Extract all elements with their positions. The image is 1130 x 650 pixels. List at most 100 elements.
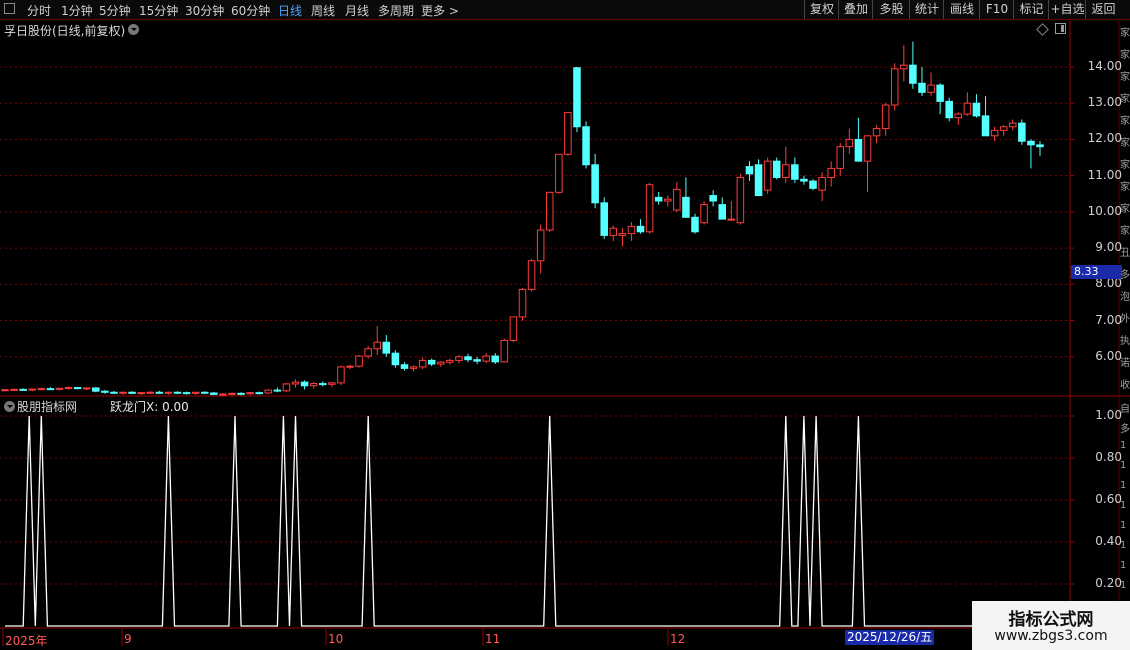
candle[interactable] — [37, 387, 46, 391]
candle[interactable] — [609, 225, 618, 241]
candle[interactable] — [555, 153, 563, 194]
candle[interactable] — [999, 124, 1008, 136]
candle[interactable] — [827, 161, 835, 187]
candle[interactable] — [673, 182, 681, 212]
candle[interactable] — [636, 219, 645, 234]
candle[interactable] — [328, 382, 336, 388]
candle[interactable] — [527, 258, 536, 292]
candle[interactable] — [945, 97, 953, 122]
candle[interactable] — [818, 172, 826, 202]
candle[interactable] — [582, 121, 590, 169]
candle[interactable] — [627, 222, 636, 241]
candle[interactable] — [173, 391, 182, 395]
candle[interactable] — [736, 173, 745, 225]
indicator-dropdown-icon[interactable] — [4, 401, 15, 412]
candle[interactable] — [536, 224, 545, 274]
candle[interactable] — [545, 191, 554, 232]
candle[interactable] — [46, 387, 55, 391]
candle[interactable] — [282, 382, 291, 393]
candle[interactable] — [464, 353, 472, 363]
candle[interactable] — [1036, 141, 1044, 156]
candle[interactable] — [700, 201, 708, 225]
candle[interactable] — [264, 389, 273, 395]
candle[interactable] — [500, 338, 509, 363]
candle[interactable] — [300, 380, 309, 390]
candle[interactable] — [691, 213, 699, 234]
candle[interactable] — [210, 391, 218, 396]
candle[interactable] — [663, 195, 672, 207]
candle[interactable] — [509, 316, 518, 343]
candle[interactable] — [645, 182, 654, 234]
candle[interactable] — [391, 350, 400, 368]
candle[interactable] — [473, 356, 481, 365]
candle[interactable] — [418, 357, 427, 370]
candle[interactable] — [219, 393, 227, 396]
candle[interactable] — [654, 191, 663, 205]
candle[interactable] — [255, 391, 263, 395]
candle[interactable] — [872, 124, 881, 144]
candle[interactable] — [318, 381, 327, 387]
candle[interactable] — [64, 386, 73, 390]
candle[interactable] — [682, 177, 690, 218]
candle[interactable] — [101, 390, 109, 394]
candle[interactable] — [228, 392, 236, 396]
candle[interactable] — [718, 197, 727, 220]
candle[interactable] — [455, 354, 463, 364]
candle[interactable] — [763, 157, 772, 194]
candle[interactable] — [382, 335, 391, 357]
candle[interactable] — [954, 112, 963, 125]
candle[interactable] — [482, 353, 490, 364]
candle[interactable] — [1027, 139, 1035, 169]
candle[interactable] — [137, 391, 145, 395]
candle[interactable] — [182, 391, 191, 395]
candle[interactable] — [337, 365, 345, 386]
candle[interactable] — [28, 388, 37, 392]
candle[interactable] — [237, 392, 245, 396]
candle[interactable] — [309, 382, 318, 389]
candle[interactable] — [927, 72, 935, 96]
candle[interactable] — [709, 190, 717, 207]
candle[interactable] — [273, 387, 282, 393]
candle[interactable] — [191, 391, 200, 395]
candle[interactable] — [128, 391, 136, 395]
candle[interactable] — [10, 388, 18, 391]
candle[interactable] — [55, 387, 64, 391]
candle[interactable] — [246, 391, 254, 396]
candle[interactable] — [900, 45, 908, 82]
candle[interactable] — [800, 175, 808, 185]
candle[interactable] — [854, 117, 863, 162]
candle[interactable] — [518, 287, 527, 321]
candle[interactable] — [863, 135, 872, 192]
candle[interactable] — [745, 161, 754, 182]
candle[interactable] — [845, 128, 854, 154]
candle[interactable] — [19, 388, 27, 391]
candle[interactable] — [754, 159, 763, 197]
candle[interactable] — [373, 325, 382, 355]
candle[interactable] — [564, 112, 572, 156]
candle[interactable] — [809, 179, 817, 191]
candle[interactable] — [119, 391, 127, 395]
candle[interactable] — [73, 386, 82, 390]
candle[interactable] — [164, 391, 173, 395]
candle[interactable] — [963, 92, 972, 116]
candle[interactable] — [355, 354, 363, 368]
candle[interactable] — [400, 362, 409, 371]
candle[interactable] — [600, 197, 608, 240]
candle[interactable] — [409, 365, 418, 372]
candle[interactable] — [972, 94, 981, 118]
candle[interactable] — [909, 41, 917, 89]
kline-chart[interactable] — [0, 0, 1130, 650]
candle[interactable] — [82, 387, 91, 391]
candle[interactable] — [791, 157, 799, 183]
candle[interactable] — [155, 390, 164, 394]
candle[interactable] — [437, 361, 445, 367]
candle[interactable] — [782, 146, 790, 183]
candle[interactable] — [936, 83, 944, 115]
candle[interactable] — [727, 201, 736, 221]
candle[interactable] — [573, 66, 581, 133]
candle[interactable] — [146, 391, 155, 395]
candle[interactable] — [427, 358, 436, 367]
candle[interactable] — [890, 63, 899, 111]
candle[interactable] — [92, 387, 100, 393]
candle[interactable] — [446, 358, 454, 365]
